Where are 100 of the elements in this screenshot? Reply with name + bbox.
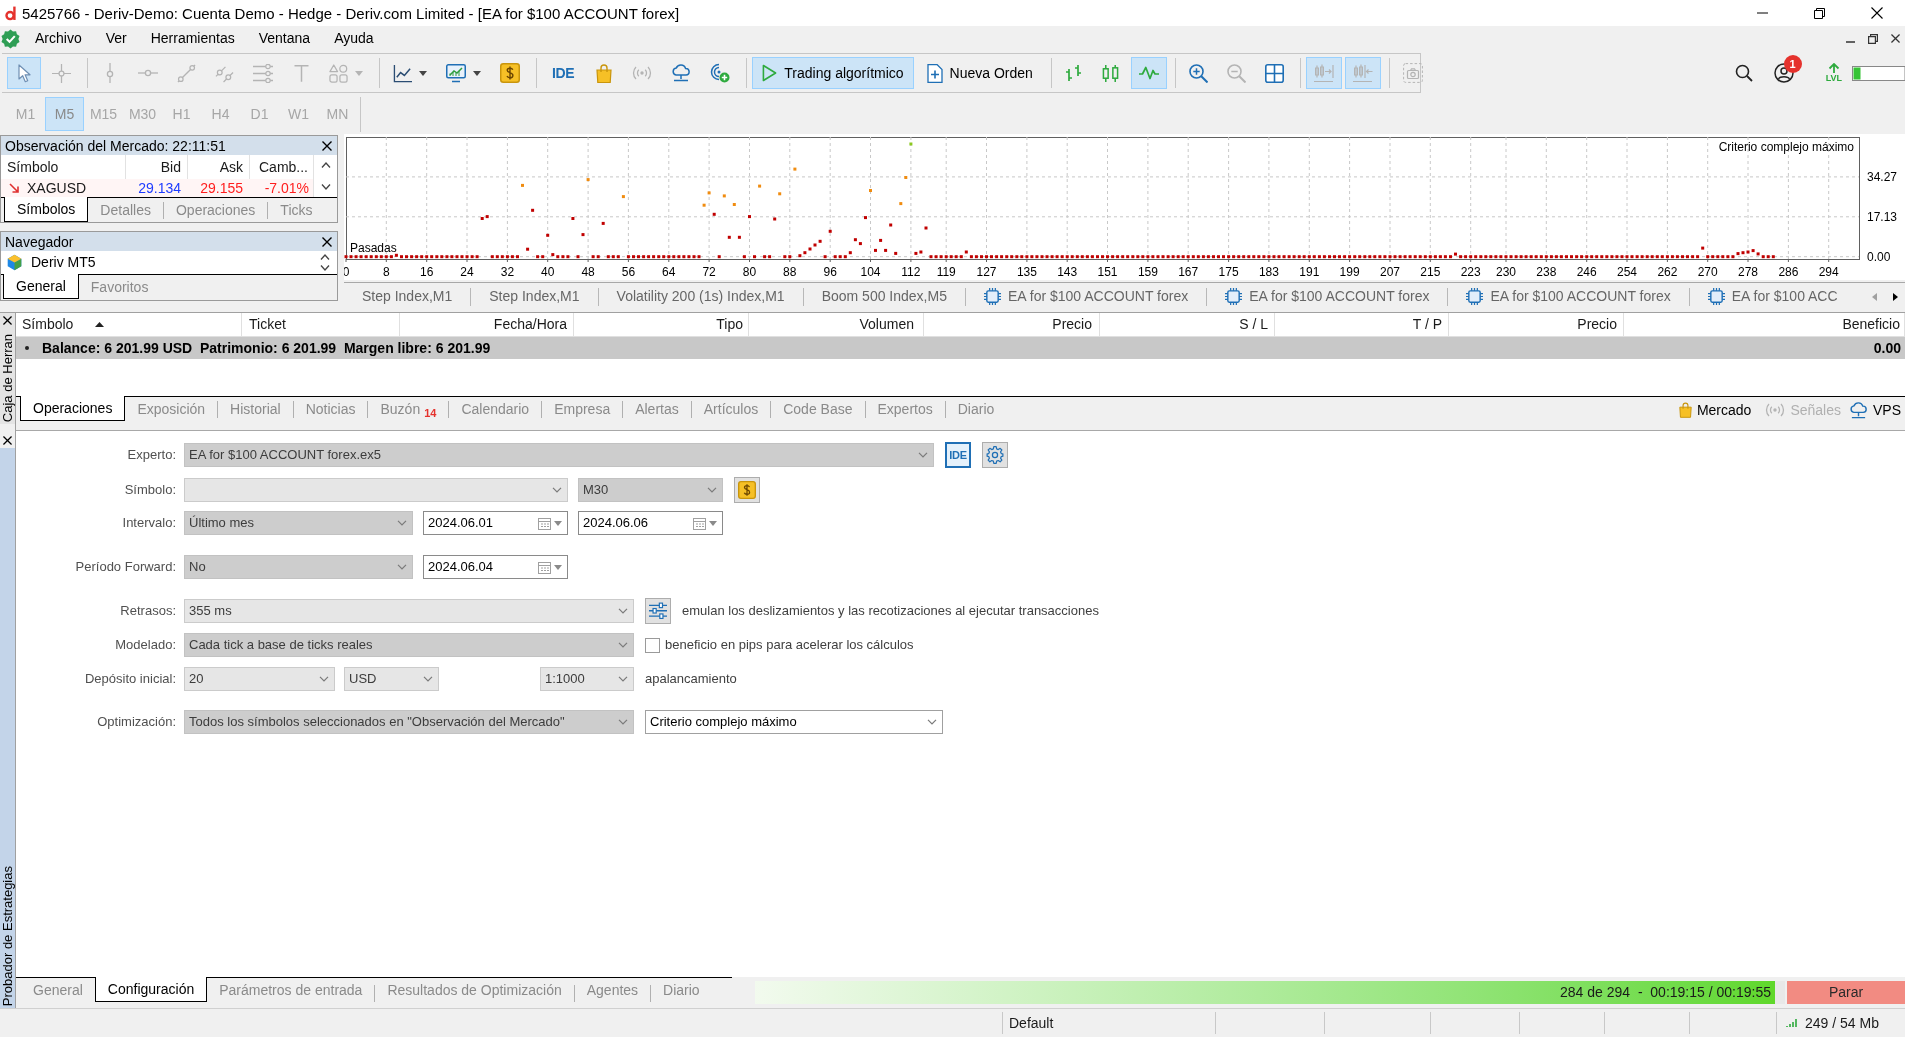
horizontal-line-icon: [138, 69, 158, 77]
tick-label: 215: [1420, 265, 1441, 279]
new-document-icon: [926, 63, 943, 83]
tick-label: 56: [621, 265, 636, 279]
trend-line-icon: [177, 63, 196, 83]
scroll-up-icon[interactable]: [320, 254, 330, 260]
date-field[interactable]: 2024.06.06: [578, 511, 723, 535]
restore-icon[interactable]: [1814, 7, 1825, 19]
menu-item[interactable]: Ver: [93, 27, 139, 50]
scroll-down-icon[interactable]: [320, 184, 331, 190]
dropdown[interactable]: Criterio complejo máximo: [645, 710, 943, 734]
progress-text: 284 de 294 - 00:19:15 / 00:19:55: [1560, 983, 1771, 1002]
restore-icon[interactable]: [1868, 33, 1878, 44]
chart-tab[interactable]: Step Index,M1: [471, 284, 598, 309]
close-icon[interactable]: [322, 236, 332, 247]
column-header[interactable]: Fecha/Hora: [400, 313, 574, 336]
column-header[interactable]: Símbolo: [16, 313, 242, 336]
caret-icon: [473, 70, 481, 76]
toolbar-button[interactable]: Trading algorítmico: [752, 57, 914, 89]
column-header[interactable]: Precio: [1449, 313, 1624, 336]
ide-button[interactable]: IDE: [945, 442, 971, 468]
close-icon[interactable]: [3, 316, 12, 325]
menu-item[interactable]: Ventana: [246, 27, 323, 50]
shapes-icon: [329, 63, 348, 83]
menu-item[interactable]: Archivo: [23, 27, 94, 50]
settings-button[interactable]: [982, 442, 1008, 468]
field-label: Depósito inicial:: [83, 670, 176, 689]
caret-icon: [397, 564, 407, 570]
screenshot-icon: [1402, 63, 1423, 83]
badge-check-icon: [1, 28, 20, 49]
toolbar-button[interactable]: Nueva Orden: [916, 57, 1043, 89]
signal-icon: [1765, 403, 1786, 417]
chart-tab[interactable]: Step Index,M1: [344, 284, 471, 309]
bar-chart-icon: [1065, 64, 1083, 82]
chart-tab[interactable]: Volatility 200 (1s) Index,M1: [598, 284, 803, 309]
tick-label: 159: [1137, 265, 1158, 279]
tick-label: 143: [1057, 265, 1078, 279]
delay-settings-button[interactable]: [645, 598, 671, 624]
close-icon[interactable]: [3, 436, 12, 445]
tree-item[interactable]: Deriv MT5: [31, 252, 96, 273]
panel-title: Navegador: [4, 234, 74, 249]
menu-item[interactable]: Herramientas: [138, 27, 247, 50]
field-label: Símbolo:: [123, 481, 176, 500]
chart-tab[interactable]: EA for $100 ACCOUNT forex: [965, 284, 1207, 309]
caret-icon: [707, 487, 717, 493]
tick-label: 175: [1218, 265, 1239, 279]
scroll-up-icon[interactable]: [320, 162, 331, 168]
column-header[interactable]: Volumen: [749, 313, 924, 336]
tab[interactable]: Buzón 14: [368, 397, 449, 421]
scroll-down-icon[interactable]: [320, 265, 330, 271]
radar-plus-icon: [710, 63, 731, 83]
caret-icon: [423, 676, 433, 682]
calendar-icon: [538, 560, 551, 574]
service-button[interactable]: Mercado: [1678, 399, 1752, 421]
lines-icon: [253, 63, 273, 83]
checkbox[interactable]: [645, 637, 660, 653]
close-icon[interactable]: [322, 140, 332, 151]
column-header[interactable]: S / L: [1100, 313, 1275, 336]
tick-label: 112: [901, 265, 921, 279]
tick-label: 270: [1697, 265, 1718, 279]
chart-tab[interactable]: EA for $100 ACCOUNT forex: [1207, 284, 1448, 309]
tick-label: 223: [1460, 265, 1481, 279]
field-label: Optimización:: [96, 713, 176, 732]
caret-icon: [355, 70, 363, 76]
column-header[interactable]: Precio: [924, 313, 1100, 336]
scroll-left-icon[interactable]: [1872, 292, 1877, 301]
chart-tab[interactable]: EA for $100 ACCOUNT forex: [1448, 284, 1689, 309]
chart-window-icon: [446, 63, 466, 83]
toolbar-button[interactable]: IDE: [542, 57, 585, 89]
tab[interactable]: General: [3, 274, 79, 299]
tab[interactable]: Configuración: [94, 977, 208, 1002]
column-header[interactable]: Ticket: [242, 313, 400, 336]
sort-arrow-icon: [95, 322, 105, 327]
table-cell-text: 29.155: [199, 179, 244, 197]
tab[interactable]: Símbolos: [4, 197, 89, 222]
currency-button[interactable]: [734, 477, 760, 503]
tick-label: 8: [382, 265, 390, 279]
service-button[interactable]: VPS: [1849, 399, 1901, 421]
panel-label: Caja de Herran: [1, 333, 14, 422]
tick-label: 40: [541, 265, 555, 279]
profit-value: 0.00: [1873, 338, 1901, 358]
date-field[interactable]: 2024.06.01: [423, 511, 568, 535]
dollar-icon: [500, 63, 520, 83]
date-field[interactable]: 2024.06.04: [423, 555, 568, 579]
tick-label: 151: [1097, 265, 1118, 279]
caret-icon: [419, 70, 427, 76]
stop-button[interactable]: Parar: [1787, 981, 1905, 1004]
tab[interactable]: Operaciones: [20, 396, 126, 421]
close-icon[interactable]: [1870, 7, 1883, 19]
column-header[interactable]: Beneficio: [1624, 313, 1905, 336]
search-icon[interactable]: [1734, 64, 1753, 82]
scroll-right-icon[interactable]: [1893, 292, 1898, 301]
chart-tab[interactable]: EA for $100 ACC: [1689, 284, 1856, 309]
close-icon[interactable]: [1891, 34, 1900, 43]
menu-item[interactable]: Ayuda: [322, 27, 386, 50]
column-header[interactable]: Símbolo: [1, 155, 125, 179]
caret-icon: [709, 520, 717, 526]
column-header[interactable]: T / P: [1275, 313, 1449, 336]
chart-tab[interactable]: Boom 500 Index,M5: [803, 284, 965, 309]
column-header[interactable]: Tipo: [574, 313, 749, 336]
